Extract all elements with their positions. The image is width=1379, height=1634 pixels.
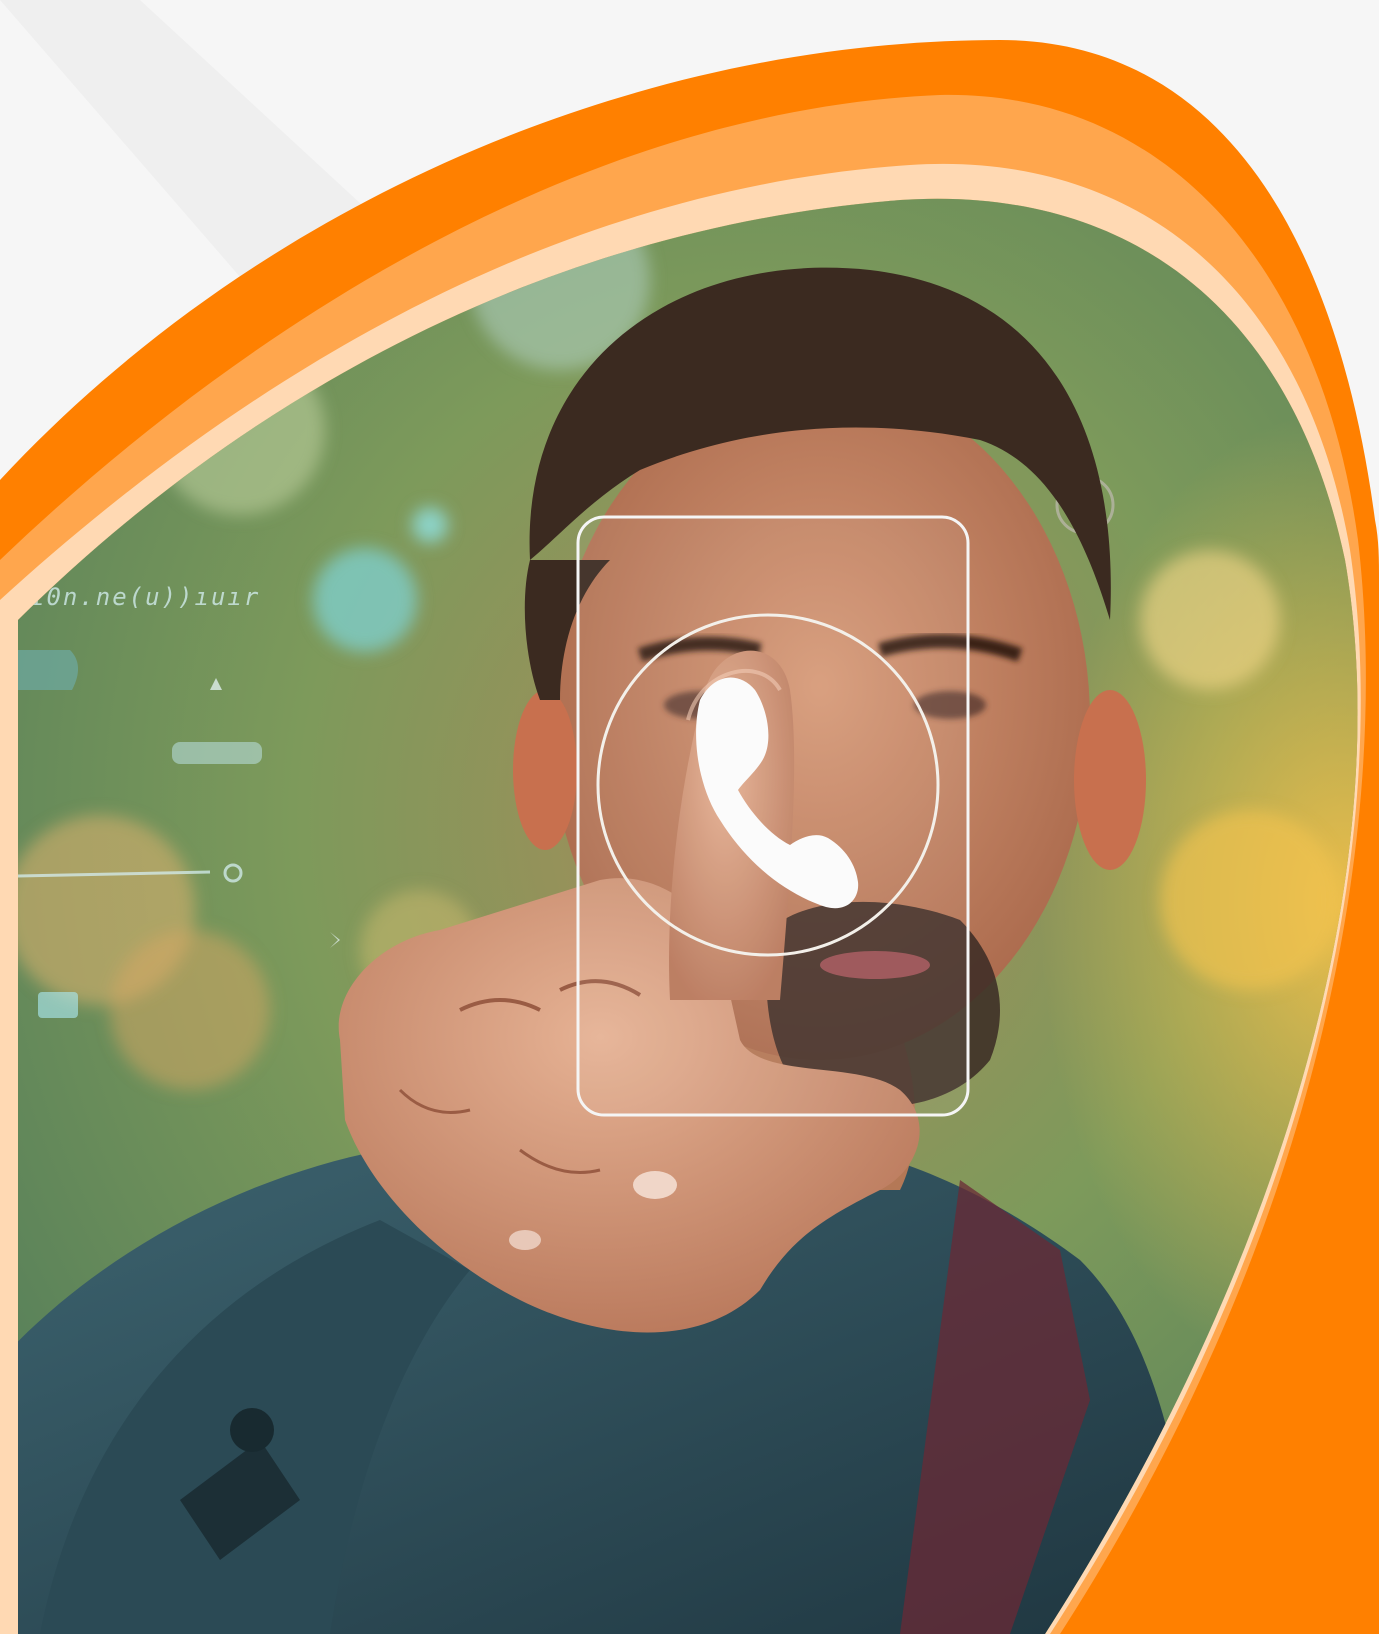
hero-illustration: ı0n.ne(u))ıuır	[0, 0, 1379, 1634]
svg-text:ı0n.ne(u))ıuır: ı0n.ne(u))ıuır	[30, 583, 260, 611]
virtual-card-outline	[576, 515, 970, 1117]
